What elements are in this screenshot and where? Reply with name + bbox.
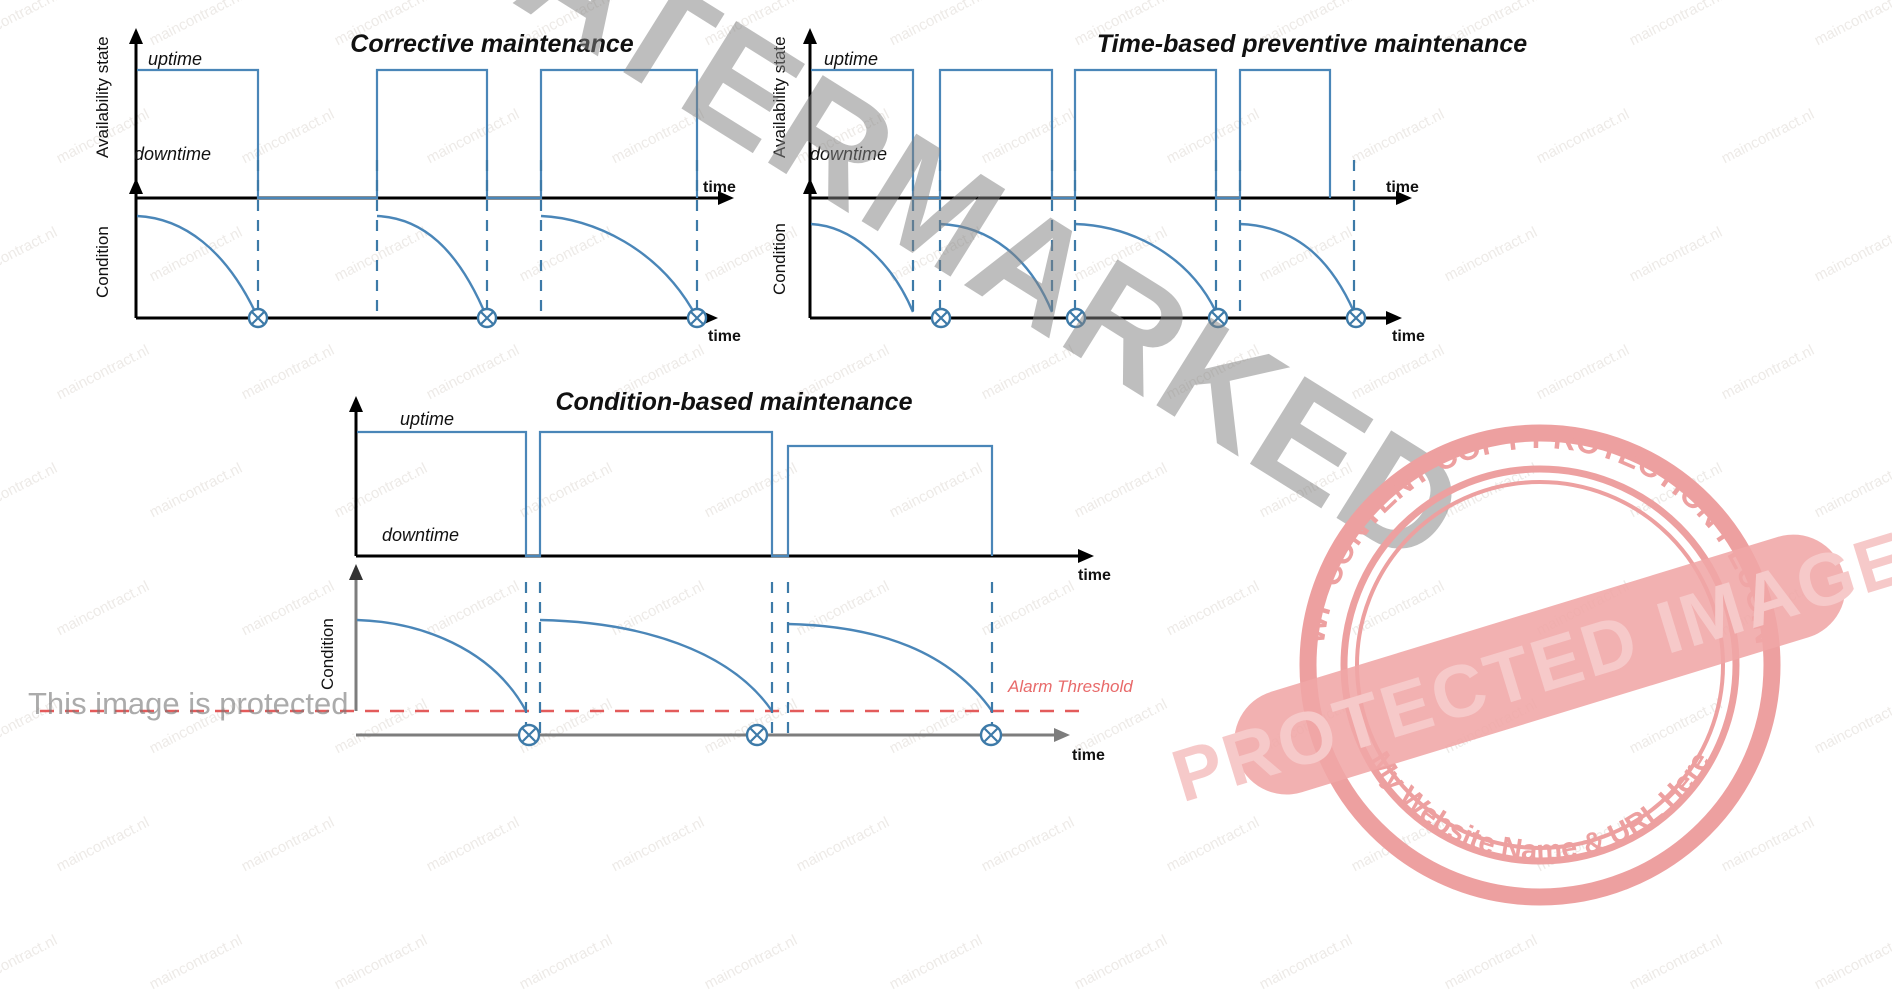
- degradation-curve: [539, 618, 773, 712]
- downtime-label: downtime: [382, 525, 459, 545]
- availability-step-signal: [811, 68, 1332, 200]
- x-axis-caption-time: time: [708, 328, 741, 345]
- y-axis-label-condition: Condition: [93, 226, 112, 298]
- downtime-label: downtime: [810, 144, 887, 164]
- degradation-curve: [1074, 222, 1218, 313]
- protected-notice: This image is protected: [28, 686, 349, 721]
- alarm-threshold-label: Alarm Threshold: [1007, 677, 1133, 696]
- conditionbased-condition-panel: Condition time Alarm Threshold: [40, 564, 1133, 764]
- degradation-curve: [540, 214, 699, 319]
- y-axis-label-availability: Availability state: [93, 36, 112, 158]
- x-axis-caption-time: time: [703, 179, 736, 196]
- x-axis-caption-time: time: [1392, 328, 1425, 345]
- chart-title-time-based: Time-based preventive maintenance: [1097, 30, 1527, 58]
- degradation-curve: [787, 622, 993, 712]
- availability-step-signal: [137, 68, 699, 200]
- failure-marker: [686, 307, 708, 329]
- degradation-curve: [136, 214, 260, 319]
- y-axis-arrow: [349, 396, 363, 412]
- chart-title-condition-based: Condition-based maintenance: [556, 388, 913, 416]
- failure-marker: [476, 307, 498, 329]
- x-axis-caption-time: time: [1078, 567, 1111, 584]
- figure-canvas: maincontract.nl maincontract.nl maincontra…: [0, 0, 1892, 993]
- x-axis-arrow: [1386, 311, 1402, 325]
- chart-title-corrective: Corrective maintenance: [350, 30, 634, 58]
- y-axis-label-availability: Availability state: [770, 36, 789, 158]
- alarm-marker: [979, 723, 1003, 747]
- corrective-condition-panel: Condition time: [93, 160, 741, 345]
- y-axis-arrow: [349, 564, 363, 580]
- x-axis-caption-time: time: [1386, 179, 1419, 196]
- downtime-label: downtime: [134, 144, 211, 164]
- degradation-curve: [939, 222, 1054, 313]
- y-axis-arrow: [803, 28, 817, 44]
- uptime-label: uptime: [400, 409, 454, 429]
- y-axis-arrow: [129, 28, 143, 44]
- y-axis-label-condition: Condition: [318, 618, 337, 690]
- chart-time-based-preventive: Time-based preventive maintenance Availa…: [770, 28, 1527, 345]
- maintenance-marker: [930, 307, 952, 329]
- x-axis-caption-time: time: [1072, 747, 1105, 764]
- degradation-curve: [376, 214, 489, 319]
- maintenance-marker: [1207, 307, 1229, 329]
- degradation-curve: [356, 618, 528, 712]
- degradation-curve: [810, 222, 915, 313]
- chart-corrective: Corrective maintenance Availability stat…: [93, 28, 741, 345]
- alarm-marker: [745, 723, 769, 747]
- alarm-marker: [517, 723, 541, 747]
- diagram-svg: Corrective maintenance Availability stat…: [40, 28, 1527, 764]
- y-axis-arrow: [129, 178, 143, 194]
- x-axis-arrow: [1078, 549, 1094, 563]
- uptime-label: uptime: [824, 49, 878, 69]
- conditionbased-availability-panel: uptime downtime time: [349, 396, 1111, 584]
- degradation-curve: [1239, 222, 1356, 313]
- uptime-label: uptime: [148, 49, 202, 69]
- maintenance-marker: [1065, 307, 1087, 329]
- y-axis-label-condition: Condition: [770, 223, 789, 295]
- failure-marker: [247, 307, 269, 329]
- y-axis-arrow: [803, 178, 817, 194]
- maintenance-marker: [1345, 307, 1367, 329]
- x-axis-arrow: [1054, 728, 1070, 742]
- timebased-condition-panel: Condition time: [770, 160, 1425, 345]
